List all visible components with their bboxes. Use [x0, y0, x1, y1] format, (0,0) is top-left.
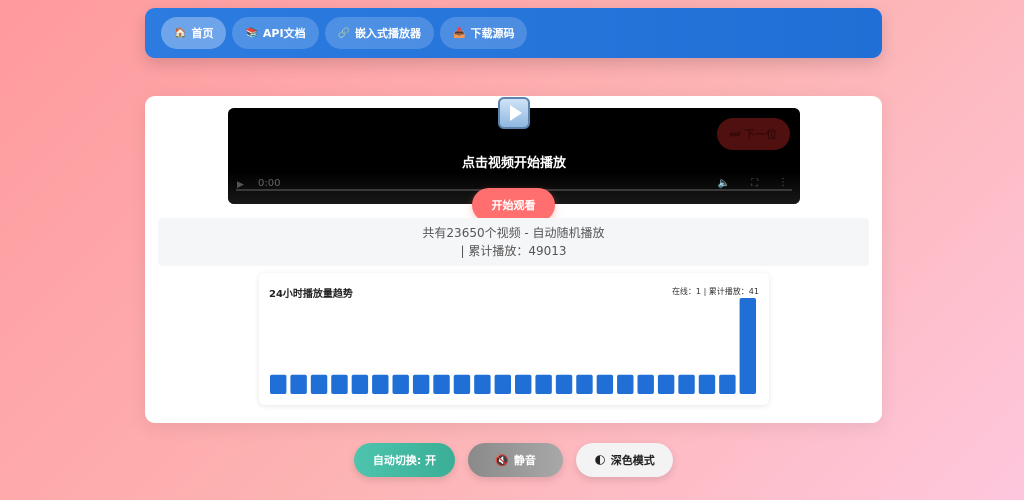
- video-overlay-title: 点击视频开始播放: [461, 156, 566, 171]
- video-time: 0:00: [258, 178, 281, 189]
- link-icon: 🔗: [337, 27, 351, 39]
- top-nav: 🏠 首页 📚 API文档 🔗 嵌入式播放器 📥 下载源码: [145, 8, 882, 58]
- chart-bar: [555, 374, 573, 394]
- chart-bar: [392, 374, 409, 394]
- chart-bar: [678, 374, 695, 394]
- video-count-text: 共有23650个视频 - 自动随机播放: [422, 226, 605, 240]
- chart-bar: [453, 374, 471, 394]
- video-info: 共有23650个视频 - 自动随机播放 | 累计播放：49013: [158, 218, 869, 266]
- chart-bar: [576, 374, 593, 394]
- dark-mode-button[interactable]: 🌓 深色模式: [576, 443, 673, 477]
- chart-bar: [739, 298, 756, 394]
- chart-bar: [637, 374, 654, 394]
- chart-bar: [515, 374, 532, 394]
- nav-api-docs-label: API文档: [262, 27, 306, 40]
- chart-bar: [372, 374, 389, 394]
- books-icon: 📚: [245, 27, 258, 39]
- nav-embed-player-label: 嵌入式播放器: [355, 27, 422, 40]
- chart-bar: [433, 374, 450, 394]
- nav-embed-player[interactable]: 🔗 嵌入式播放器: [324, 17, 435, 49]
- home-icon: 🏠: [174, 27, 187, 39]
- chart-bar: [719, 374, 736, 394]
- download-icon: 📥: [453, 27, 466, 39]
- chart-bar: [657, 374, 675, 394]
- mute-button[interactable]: 🔇 静音: [468, 443, 563, 477]
- main-card: 点击视频开始播放 ⏭ 下一位 ▶ 0:00 🔈 ⛶ ⋮ 开始观看 共有23650…: [145, 96, 882, 423]
- next-video-button[interactable]: ⏭ 下一位: [717, 118, 790, 150]
- start-watching-button[interactable]: 开始观看: [472, 188, 555, 222]
- mute-label: 静音: [513, 454, 536, 467]
- auto-switch-button[interactable]: 自动切换: 开: [354, 443, 455, 477]
- fullscreen-icon[interactable]: ⛶: [751, 178, 758, 189]
- chart-bar: [351, 374, 369, 394]
- chart-bar: [474, 374, 491, 394]
- chart-bar: [412, 374, 430, 394]
- total-plays-text: | 累计播放：49013: [460, 244, 567, 258]
- nav-download-source-label: 下载源码: [470, 27, 515, 40]
- chart-bar: [331, 374, 348, 394]
- chart-bar: [290, 374, 307, 394]
- dark-mode-label: 深色模式: [610, 454, 655, 467]
- auto-switch-label: 自动切换: 开: [372, 454, 437, 467]
- nav-home[interactable]: 🏠 首页: [161, 17, 227, 49]
- nav-download-source[interactable]: 📥 下载源码: [440, 17, 528, 49]
- next-icon: ⏭: [730, 127, 740, 140]
- trend-chart: 24小时播放量趋势 在线：1 | 累计播放：41: [259, 273, 769, 405]
- chart-bar: [617, 374, 634, 394]
- mute-icon: 🔇: [495, 453, 509, 467]
- chart-bar: [310, 374, 328, 394]
- more-options-icon[interactable]: ⋮: [778, 177, 788, 188]
- chart-bar: [270, 374, 287, 394]
- nav-api-docs[interactable]: 📚 API文档: [232, 17, 319, 49]
- chart-bar: [596, 374, 614, 394]
- chart-bar: [698, 374, 716, 394]
- chart-bar: [494, 374, 511, 394]
- volume-icon[interactable]: 🔈: [718, 178, 730, 189]
- chart-bar: [535, 374, 552, 394]
- half-moon-icon: 🌓: [594, 453, 606, 467]
- chart-plot: [270, 298, 756, 394]
- nav-home-label: 首页: [191, 27, 214, 40]
- play-icon[interactable]: [498, 97, 530, 129]
- next-video-label: 下一位: [743, 128, 777, 141]
